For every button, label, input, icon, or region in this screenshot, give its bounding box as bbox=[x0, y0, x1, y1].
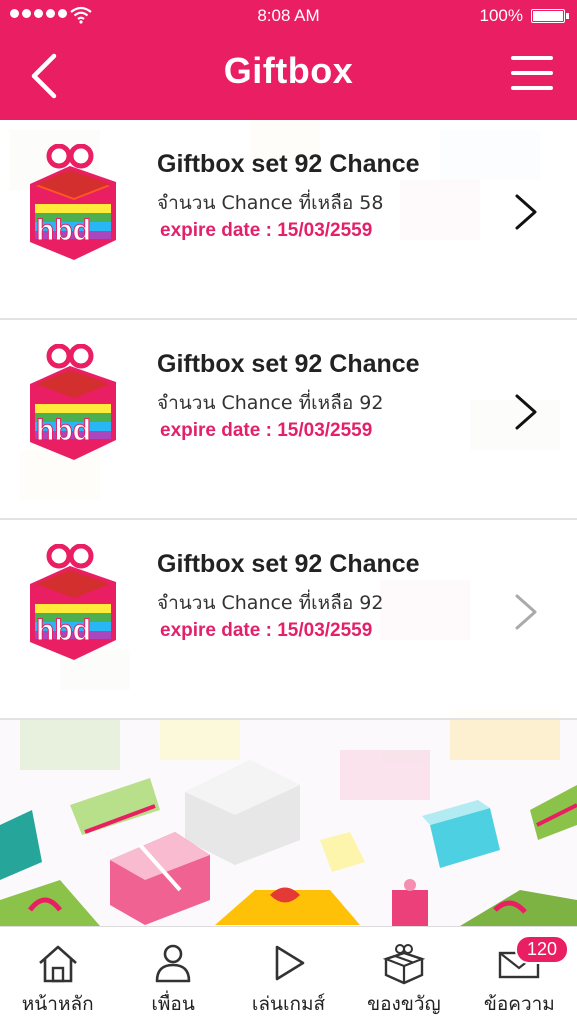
home-icon bbox=[38, 945, 77, 983]
giftbox-name: Giftbox set 92 Chance bbox=[157, 350, 420, 378]
friend-icon bbox=[155, 944, 191, 983]
tab-play-games[interactable]: เล่นเกมส์ bbox=[231, 927, 346, 1024]
tab-label: เพื่อน bbox=[151, 993, 195, 1015]
tab-label: ข้อความ bbox=[483, 993, 555, 1015]
message-count-badge: 120 bbox=[514, 935, 570, 964]
battery-icon bbox=[531, 9, 569, 23]
tab-gifts[interactable]: ของขวัญ bbox=[346, 927, 461, 1024]
tab-home[interactable]: หน้าหลัก bbox=[0, 927, 115, 1024]
hbd-gift-logo-icon: hbd bbox=[30, 144, 116, 260]
tab-label: เล่นเกมส์ bbox=[251, 993, 326, 1015]
giftbox-expire-date: expire date : 15/03/2559 bbox=[160, 620, 373, 641]
hbd-logo-text: hbd bbox=[36, 214, 91, 247]
chevron-right-icon[interactable] bbox=[513, 392, 539, 432]
tab-friends[interactable]: เพื่อน bbox=[115, 927, 230, 1024]
tab-messages[interactable]: ข้อความ 120 bbox=[462, 927, 577, 1024]
back-chevron-icon[interactable] bbox=[24, 52, 64, 100]
giftbox-remaining: จำนวน Chance ที่เหลือ 92 bbox=[157, 392, 384, 414]
tab-label: ของขวัญ bbox=[367, 993, 441, 1015]
chevron-right-icon[interactable] bbox=[513, 592, 539, 632]
play-icon bbox=[275, 945, 304, 981]
giftbox-content[interactable]: hbd Giftbox set 92 Chance จำนวน Chance ท… bbox=[0, 120, 577, 926]
tab-label: หน้าหลัก bbox=[21, 993, 94, 1015]
giftbox-remaining: จำนวน Chance ที่เหลือ 58 bbox=[157, 192, 384, 214]
giftbox-remaining: จำนวน Chance ที่เหลือ 92 bbox=[157, 592, 384, 614]
giftbox-card[interactable]: hbd Giftbox set 92 Chance จำนวน Chance ท… bbox=[0, 320, 577, 520]
status-bar: 8:08 AM 100% bbox=[0, 0, 577, 32]
giftbox-name: Giftbox set 92 Chance bbox=[157, 550, 420, 578]
gift-icon bbox=[382, 944, 426, 985]
bottom-tab-bar: หน้าหลัก เพื่อน เล่นเกมส์ ของขวัญ ข้อควา… bbox=[0, 926, 577, 1024]
chevron-right-icon[interactable] bbox=[513, 192, 539, 232]
page-title: Giftbox bbox=[223, 50, 354, 91]
giftbox-expire-date: expire date : 15/03/2559 bbox=[160, 220, 373, 241]
giftbox-list: hbd Giftbox set 92 Chance จำนวน Chance ท… bbox=[0, 120, 577, 720]
giftbox-card[interactable]: hbd Giftbox set 92 Chance จำนวน Chance ท… bbox=[0, 120, 577, 320]
hbd-logo-text: hbd bbox=[36, 414, 91, 447]
giftbox-card[interactable]: hbd Giftbox set 92 Chance จำนวน Chance ท… bbox=[0, 520, 577, 720]
giftbox-name: Giftbox set 92 Chance bbox=[157, 150, 420, 178]
hbd-gift-logo-icon: hbd bbox=[30, 344, 116, 460]
battery-percentage: 100% bbox=[479, 6, 523, 25]
hbd-logo-text: hbd bbox=[36, 614, 91, 647]
giftbox-expire-date: expire date : 15/03/2559 bbox=[160, 420, 373, 441]
hbd-gift-logo-icon: hbd bbox=[30, 544, 116, 660]
header-bar: Giftbox bbox=[0, 32, 577, 120]
hamburger-menu-icon[interactable] bbox=[511, 56, 553, 90]
